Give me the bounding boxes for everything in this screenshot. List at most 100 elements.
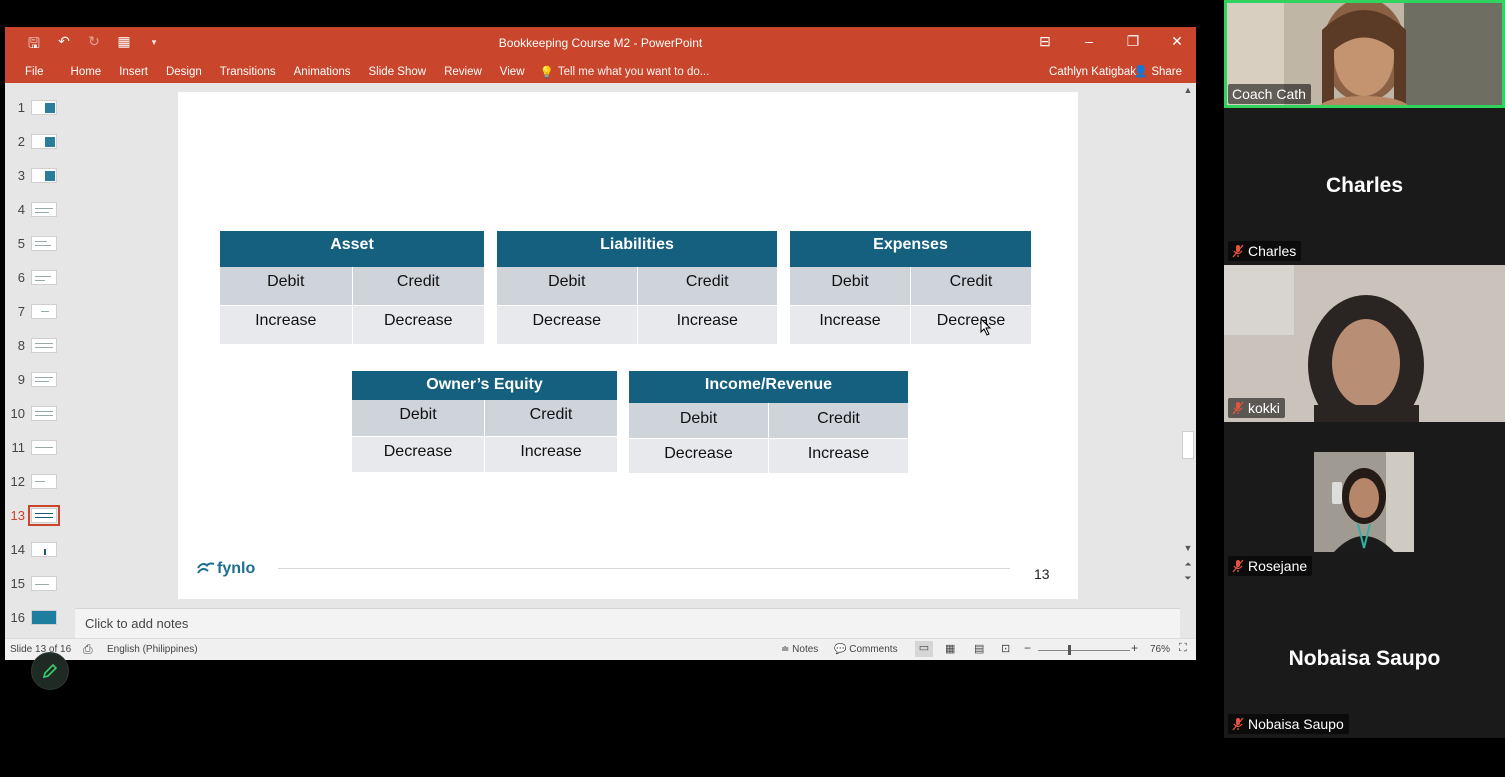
annotate-pencil-button[interactable] (31, 652, 69, 690)
share-label: Share (1151, 66, 1182, 78)
zoom-slider-knob[interactable] (1068, 645, 1071, 655)
tab-transitions[interactable]: Transitions (211, 66, 285, 78)
minimize-icon[interactable]: – (1080, 33, 1098, 50)
thumbnail-row[interactable]: 7 (5, 301, 75, 321)
slide-thumbnail[interactable] (31, 473, 57, 489)
thumbnail-row[interactable]: 6 (5, 267, 75, 287)
scroll-down-icon[interactable]: ▼ (1180, 543, 1196, 553)
powerpoint-window: 🖫 ↶ ↻ ▦ ▾ Bookkeeping Course M2 - PowerP… (5, 27, 1196, 660)
vertical-scrollbar[interactable]: ▲ ▼ ⏶ ⏷ (1180, 83, 1196, 638)
zoom-in-icon[interactable]: + (1131, 641, 1138, 655)
zoom-out-icon[interactable]: − (1024, 641, 1031, 655)
spellcheck-icon[interactable]: ⎙ (83, 642, 93, 657)
participant-tile[interactable]: Rosejane (1224, 422, 1505, 580)
slide-number: 12 (10, 473, 25, 489)
close-icon[interactable]: ✕ (1168, 33, 1186, 50)
slide-thumbnail[interactable] (31, 99, 57, 115)
slide-thumbnail-active[interactable] (28, 504, 60, 526)
ribbon-display-icon[interactable]: ⊟ (1036, 33, 1054, 50)
slide-thumbnail[interactable] (31, 303, 57, 319)
participant-tile-active-speaker[interactable]: Coach Cath (1224, 0, 1505, 108)
slideshow-icon[interactable]: ⊡ (1001, 642, 1010, 655)
thumbnail-row[interactable]: 5 (5, 233, 75, 253)
thumbnail-row[interactable]: 16 (5, 607, 75, 627)
slide-thumbnail[interactable] (31, 269, 57, 285)
restore-icon[interactable]: ❐ (1124, 33, 1142, 50)
table-row: Debit Credit (497, 267, 777, 305)
tab-slide-show[interactable]: Slide Show (360, 66, 436, 78)
thumbnail-row[interactable]: 15 (5, 573, 75, 593)
user-name[interactable]: Cathlyn Katigbak (1049, 61, 1136, 83)
participant-name-tag: Charles (1228, 241, 1302, 261)
thumbnail-row[interactable]: 2 (5, 131, 75, 151)
thumbnail-row[interactable]: 11 (5, 437, 75, 457)
tab-design[interactable]: Design (157, 66, 211, 78)
muted-mic-icon (1232, 559, 1244, 573)
slide-thumbnail[interactable] (31, 201, 57, 217)
slide-thumbnail[interactable] (31, 371, 57, 387)
participant-tile[interactable]: Nobaisa Saupo Nobaisa Saupo (1224, 580, 1505, 738)
slide-number: 7 (17, 303, 25, 319)
current-slide[interactable]: Asset Debit Credit Increase Decrease Lia… (178, 92, 1078, 599)
title-bar: 🖫 ↶ ↻ ▦ ▾ Bookkeeping Course M2 - PowerP… (5, 27, 1196, 83)
notes-button[interactable]: ≐ Notes (781, 644, 818, 655)
thumbnail-row[interactable]: 3 (5, 165, 75, 185)
zoom-level[interactable]: 76% (1150, 644, 1170, 655)
fit-to-window-icon[interactable]: ⛶ (1179, 642, 1187, 655)
credit-cell: Credit (768, 403, 908, 438)
slide-number: 4 (17, 201, 25, 217)
slide-sorter-icon[interactable]: ▦ (945, 642, 955, 655)
tab-home[interactable]: Home (62, 66, 111, 78)
tab-review[interactable]: Review (435, 66, 491, 78)
participant-name: Nobaisa Saupo (1248, 716, 1344, 732)
participant-display-name: Charles (1325, 174, 1404, 197)
next-slide-icon[interactable]: ⏷ (1180, 573, 1196, 584)
scroll-thumb[interactable] (1182, 431, 1194, 459)
normal-view-icon[interactable]: ▭ (915, 641, 933, 657)
table-row: Debit Credit (629, 403, 908, 438)
scroll-up-icon[interactable]: ▲ (1180, 85, 1196, 95)
slide-thumbnail[interactable] (31, 133, 57, 149)
slide-thumbnail[interactable] (31, 439, 57, 455)
slide-thumbnail[interactable] (31, 575, 57, 591)
tab-animations[interactable]: Animations (285, 66, 360, 78)
thumbnail-row[interactable]: 9 (5, 369, 75, 389)
debit-effect-cell: Decrease (352, 437, 484, 472)
table-header: Income/Revenue (629, 371, 908, 403)
thumbnail-row[interactable]: 4 (5, 199, 75, 219)
muted-mic-icon (1232, 401, 1244, 415)
thumbnail-row[interactable]: 13 (5, 504, 75, 526)
slide-thumbnail[interactable] (31, 609, 57, 625)
tab-view[interactable]: View (491, 66, 534, 78)
share-button[interactable]: 👤 Share (1134, 61, 1182, 83)
slide-thumbnail[interactable] (31, 337, 57, 353)
tell-me-search[interactable]: 💡 Tell me what you want to do... (540, 65, 710, 79)
reading-view-icon[interactable]: ▤ (974, 642, 984, 655)
table-row: Decrease Increase (629, 438, 908, 473)
debit-cell: Debit (497, 267, 637, 305)
slide-number: 2 (17, 133, 25, 149)
logo-text: fynlo (217, 560, 256, 577)
account-table-income-revenue: Income/Revenue Debit Credit Decrease Inc… (629, 371, 908, 473)
thumbnail-row[interactable]: 1 (5, 97, 75, 117)
slide-thumbnail[interactable] (31, 541, 57, 557)
slide-thumbnail[interactable] (31, 167, 57, 183)
thumbnail-row[interactable]: 12 (5, 471, 75, 491)
slide-thumbnail[interactable] (31, 235, 57, 251)
previous-slide-icon[interactable]: ⏶ (1180, 559, 1196, 570)
language-label[interactable]: English (Philippines) (107, 644, 198, 655)
thumbnail-row[interactable]: 10 (5, 403, 75, 423)
comment-icon: 💬 (834, 644, 847, 655)
tab-insert[interactable]: Insert (110, 66, 157, 78)
tab-file[interactable]: File (5, 66, 62, 78)
credit-cell: Credit (351, 267, 484, 305)
footer-divider (278, 568, 1010, 569)
participant-tile[interactable]: kokki (1224, 265, 1505, 422)
comments-button[interactable]: 💬 Comments (834, 644, 898, 655)
notes-pane[interactable]: Click to add notes (75, 608, 1180, 638)
participant-tile[interactable]: Charles Charles (1224, 108, 1505, 265)
zoom-slider[interactable] (1038, 650, 1130, 651)
thumbnail-row[interactable]: 8 (5, 335, 75, 355)
thumbnail-row[interactable]: 14 (5, 539, 75, 559)
slide-thumbnail[interactable] (31, 405, 57, 421)
